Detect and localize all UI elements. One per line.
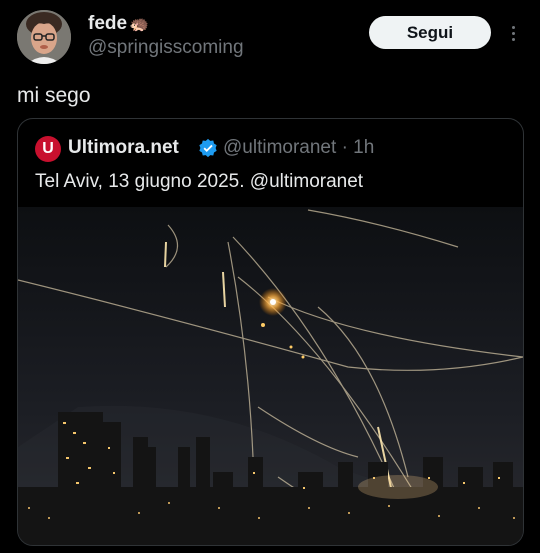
quoted-time[interactable]: 1h (353, 137, 374, 158)
quoted-source-name[interactable]: Ultimora.net (68, 137, 179, 159)
separator: · (341, 137, 348, 158)
quoted-text: Tel Aviv, 13 giugno 2025. @ultimoranet (35, 171, 364, 192)
quoted-photo[interactable] (18, 207, 523, 545)
avatar[interactable] (17, 10, 71, 64)
author-name-text: fede (88, 13, 128, 34)
hedgehog-emoji: 🦔 (129, 16, 149, 33)
ultimora-logo[interactable]: U (35, 136, 61, 162)
more-options-icon[interactable] (505, 20, 521, 46)
tweet-text: mi sego (17, 84, 91, 107)
verified-badge-icon (199, 138, 217, 158)
quoted-tweet[interactable]: U Ultimora.net @ultimoranet · 1h Tel Avi… (17, 118, 524, 546)
follow-button[interactable]: Segui (369, 16, 491, 49)
quoted-handle-time: @ultimoranet · 1h (223, 137, 374, 159)
author-name[interactable]: fede 🦔 (88, 13, 149, 35)
quoted-handle[interactable]: @ultimoranet (223, 137, 336, 158)
author-handle[interactable]: @springisscoming (88, 37, 244, 59)
